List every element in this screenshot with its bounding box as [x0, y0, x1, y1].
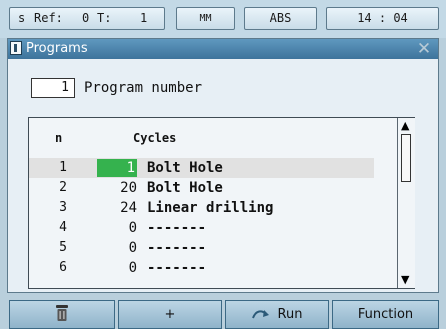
close-icon[interactable]: ✕ [416, 41, 432, 58]
list-item[interactable]: 5 0 ------- [29, 238, 374, 258]
cycle-name: ------- [147, 260, 207, 276]
cycle-number: 0 [128, 220, 137, 236]
clock: 14 : 04 [326, 7, 439, 30]
ref-value: 0 [82, 11, 90, 25]
list-item[interactable]: 3 24 Linear drilling [29, 198, 374, 218]
run-icon [251, 309, 269, 318]
ref-label: Ref: [34, 11, 63, 25]
window-title: Programs [26, 41, 88, 56]
scrollbar[interactable]: ▲ ▼ [397, 118, 415, 288]
program-number-field[interactable]: 1 [31, 78, 75, 98]
row-number: 5 [59, 240, 67, 255]
row-number: 4 [59, 220, 67, 235]
row-number: 3 [59, 200, 67, 215]
cycles-list[interactable]: n Cycles 1 1 Bolt Hole 2 20 Bolt Hole 3 … [28, 117, 415, 289]
column-header-n: n [55, 131, 63, 145]
cycle-name: ------- [147, 220, 207, 236]
cycle-name: Linear drilling [147, 200, 274, 216]
list-item[interactable]: 6 0 ------- [29, 258, 374, 278]
status-bar: s Ref: 0 T: 1 MM ABS 14 : 04 [0, 0, 446, 38]
abs-indicator: ABS [244, 7, 317, 30]
programs-window: Programs ✕ 1 Program number n Cycles 1 1… [7, 38, 439, 293]
scroll-up-icon[interactable]: ▲ [401, 120, 409, 132]
cycle-number: 20 [120, 180, 137, 196]
cycle-number: 0 [128, 240, 137, 256]
softkey-bar: + Run Function [0, 300, 446, 329]
cycle-number-field[interactable]: 1 [97, 159, 137, 177]
cycle-number: 24 [120, 200, 137, 216]
tool-label: T: [97, 11, 112, 25]
function-button[interactable]: Function [332, 300, 439, 329]
list-item[interactable]: 1 1 Bolt Hole [29, 158, 374, 178]
mode-indicator: s [18, 11, 26, 25]
scroll-down-icon[interactable]: ▼ [401, 274, 409, 286]
cycle-name: Bolt Hole [147, 180, 223, 196]
row-number: 1 [59, 160, 67, 175]
row-number: 6 [59, 260, 67, 275]
list-item[interactable]: 4 0 ------- [29, 218, 374, 238]
ref-status-box: s Ref: 0 T: 1 [9, 7, 165, 30]
scrollbar-thumb[interactable] [401, 134, 411, 182]
add-button[interactable]: + [118, 300, 222, 329]
unit-indicator: MM [176, 7, 235, 30]
cycle-name: ------- [147, 240, 207, 256]
cycle-number: 0 [128, 260, 137, 276]
column-header-cycles: Cycles [133, 131, 177, 145]
row-number: 2 [59, 180, 67, 195]
tool-value: 1 [140, 11, 148, 25]
window-titlebar: Programs ✕ [8, 39, 438, 59]
list-item[interactable]: 2 20 Bolt Hole [29, 178, 374, 198]
trash-icon [56, 305, 68, 321]
run-button[interactable]: Run [225, 300, 329, 329]
run-label: Run [277, 307, 303, 322]
cycle-name: Bolt Hole [147, 160, 223, 176]
delete-button[interactable] [9, 300, 115, 329]
program-icon [10, 41, 22, 55]
program-number-label: Program number [84, 80, 203, 96]
